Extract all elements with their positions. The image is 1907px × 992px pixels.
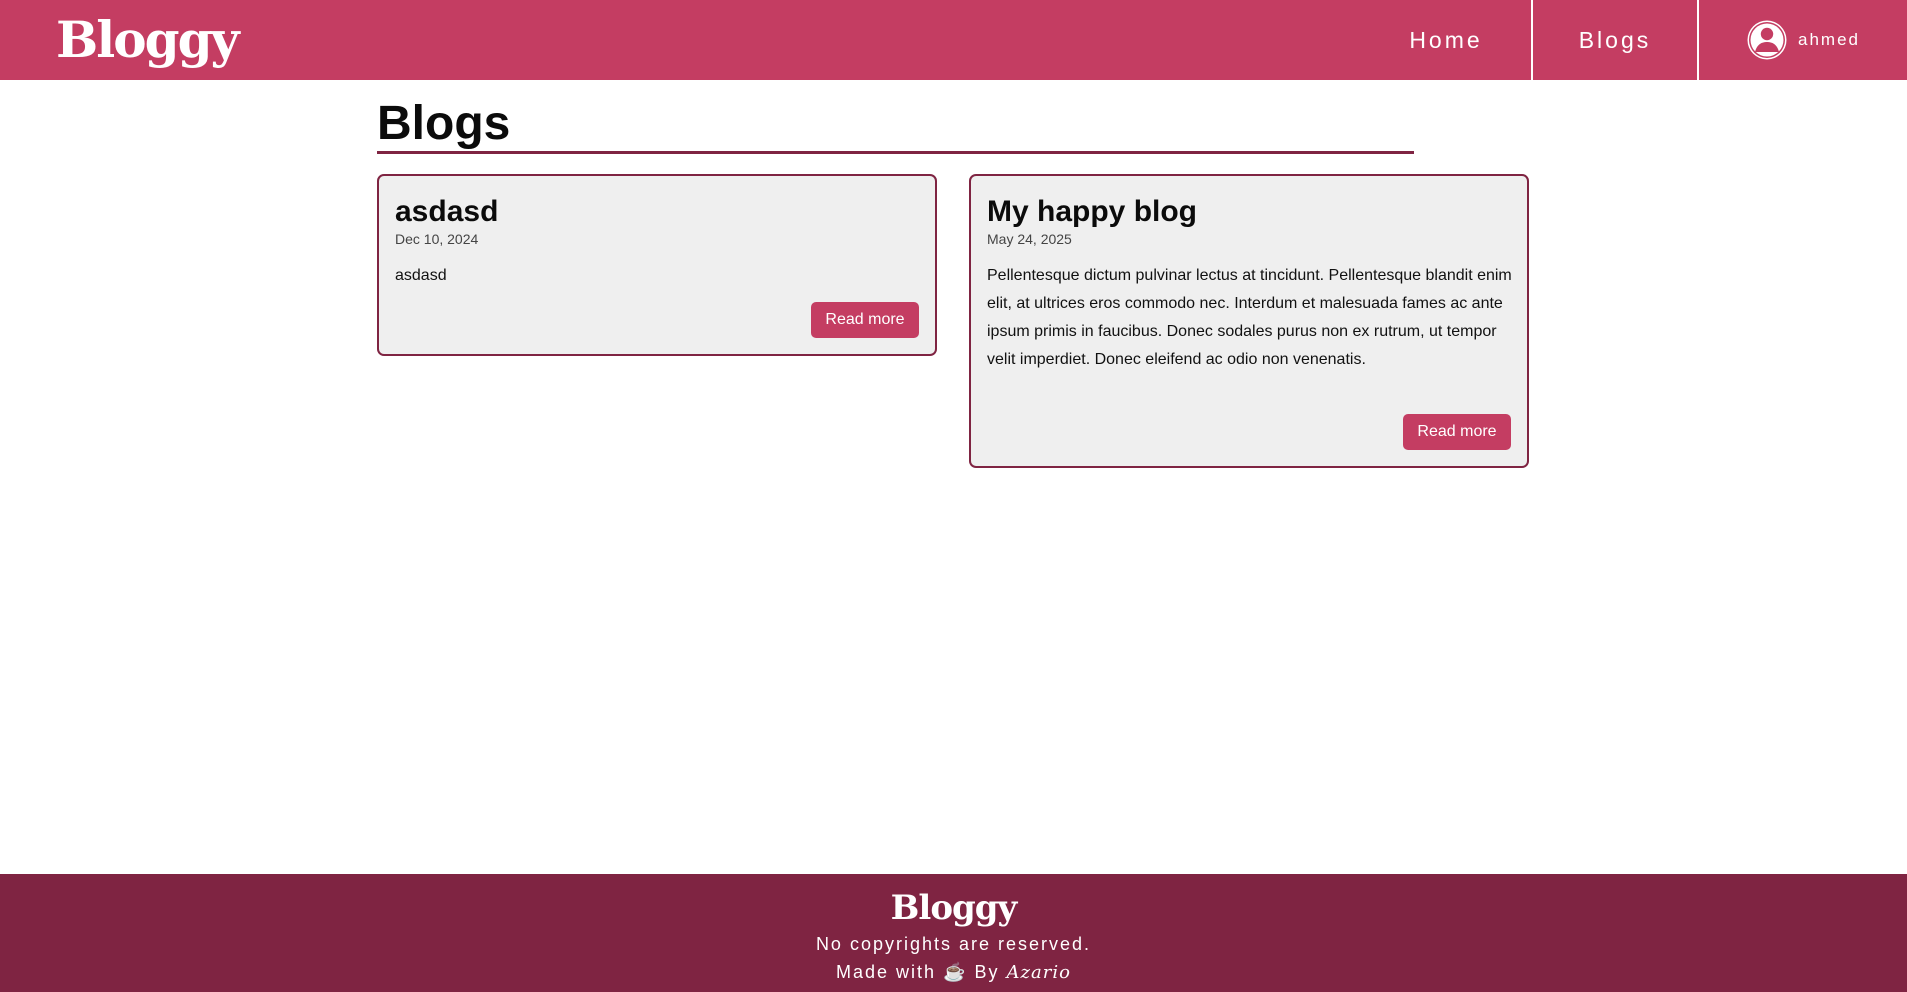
footer-copyright: No copyrights are reserved. [815,934,1092,954]
nav-links: Home Blogs ahmed [1361,0,1907,80]
read-more-button[interactable]: Read more [1403,414,1511,450]
user-avatar-icon [1746,19,1788,61]
blog-card-date: May 24, 2025 [987,231,1072,247]
made-with-text: Made with [836,962,937,982]
blog-card: My happy blog May 24, 2025 Pellentesque … [969,174,1529,468]
by-text: By [974,962,1000,982]
brand-logo[interactable]: Bloggy [56,10,240,70]
footer-credit: Made with ☕ By Azario [0,962,1907,983]
username-label: ahmed [1798,30,1860,49]
footer-brand-logo: Bloggy [890,888,1018,928]
nav-user-menu[interactable]: ahmed [1697,0,1907,80]
page-title: Blogs [377,97,511,150]
blog-card-title[interactable]: asdasd [395,194,498,230]
blog-card-excerpt: Pellentesque dictum pulvinar lectus at t… [987,267,1512,368]
nav-blogs-link[interactable]: Blogs [1531,0,1697,80]
title-divider [377,151,1414,154]
nav-home-link[interactable]: Home [1361,0,1531,80]
blog-card-date: Dec 10, 2024 [395,231,479,247]
coffee-icon: ☕ [943,962,968,982]
blog-card: asdasd Dec 10, 2024 asdasd Read more [377,174,937,356]
site-footer: Bloggy No copyrights are reserved. Made … [0,874,1907,992]
top-navbar: Bloggy Home Blogs ahmed [0,0,1907,80]
blog-card-excerpt: asdasd [395,267,447,284]
author-name: Azario [1006,962,1071,983]
read-more-button[interactable]: Read more [811,302,919,338]
blog-card-title[interactable]: My happy blog [987,194,1197,230]
